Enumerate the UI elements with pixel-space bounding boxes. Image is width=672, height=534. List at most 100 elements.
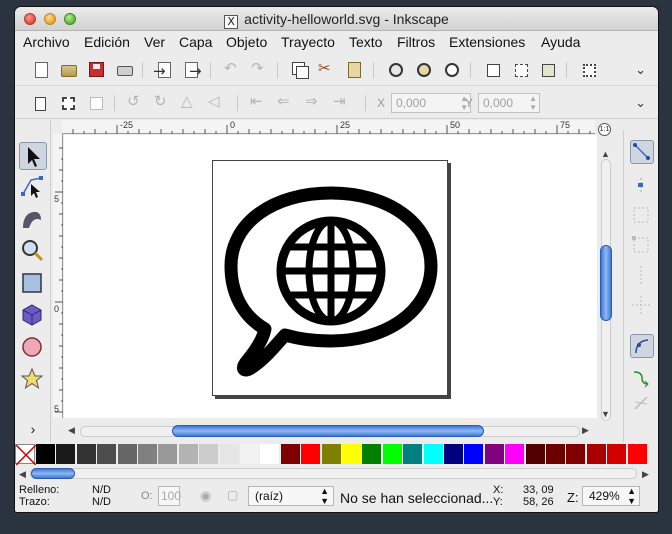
node-tool-icon[interactable] [19,174,47,202]
stroke-value[interactable]: N/D [92,496,111,508]
raise-to-top-icon[interactable]: ⇤ [250,92,268,112]
scroll-right-icon[interactable]: ▶ [582,425,589,436]
menu-extensiones[interactable]: Extensiones [449,34,525,50]
rotate-cw-icon[interactable]: ↻ [154,92,172,112]
menu-texto[interactable]: Texto [349,34,382,50]
zoom-drawing-icon[interactable] [415,61,433,79]
chevron-down-icon[interactable]: ⌄ [635,95,646,111]
color-swatch[interactable] [382,444,402,464]
ungroup-icon[interactable] [512,61,530,79]
color-swatch[interactable] [464,444,484,464]
color-swatch[interactable] [301,444,321,464]
color-swatch[interactable] [280,444,300,464]
color-swatch[interactable] [525,444,545,464]
snap-bbox-edges-icon[interactable] [630,204,654,228]
color-swatch[interactable] [178,444,198,464]
color-swatch[interactable] [260,444,280,464]
vertical-ruler[interactable]: 5 0 5 [53,134,63,418]
snap-bbox-corners-icon[interactable] [630,234,654,258]
print-icon[interactable] [116,61,134,79]
chevron-right-icon[interactable]: › [19,416,47,444]
color-swatch[interactable] [36,444,55,464]
undo-icon[interactable]: ↶ [224,59,242,79]
menu-trayecto[interactable]: Trayecto [281,34,335,50]
menu-objeto[interactable]: Objeto [226,34,267,50]
save-floppy-icon[interactable] [88,61,106,79]
snap-nodes-icon[interactable] [630,334,654,358]
chat-globe-drawing[interactable] [213,161,449,397]
menu-capa[interactable]: Capa [179,34,212,50]
snap-bbox-centers-icon[interactable] [630,294,654,318]
color-swatch[interactable] [505,444,525,464]
selector-tool-icon[interactable] [19,142,47,170]
color-swatch[interactable] [240,444,259,464]
color-swatch[interactable] [566,444,586,464]
vertical-scroll-thumb[interactable] [600,245,612,321]
palette-scrollbar[interactable]: ◀ ▶ [15,466,658,481]
clone-icon[interactable] [539,61,557,79]
color-swatch[interactable] [546,444,565,464]
color-swatch[interactable] [199,444,219,464]
star-tool-icon[interactable] [19,366,47,394]
ellipse-tool-icon[interactable] [19,334,47,362]
color-swatch[interactable] [342,444,361,464]
scroll-down-icon[interactable]: ▼ [601,409,610,419]
lower-to-bottom-icon[interactable]: ⇥ [333,92,351,112]
flip-horizontal-icon[interactable]: △ [181,92,199,112]
fill-value[interactable]: N/D [92,484,111,496]
horizontal-scrollbar[interactable]: ◀ ▶ [64,423,597,439]
color-swatch[interactable] [627,444,647,464]
color-swatch[interactable] [423,444,443,464]
menu-ver[interactable]: Ver [144,34,165,50]
scroll-left-icon[interactable]: ◀ [68,425,75,436]
y-coordinate-field[interactable]: 0,000 ▲ ▼ [478,93,540,113]
x-coordinate-field[interactable]: 0,000 ▲ ▼ [391,93,471,113]
menu-filtros[interactable]: Filtros [397,34,435,50]
snap-toggle-icon[interactable] [630,140,654,164]
menu-archivo[interactable]: Archivo [23,34,70,50]
horizontal-ruler[interactable]: -25 0 25 50 75 [62,120,595,134]
color-swatch[interactable] [403,444,423,464]
paste-icon[interactable] [346,61,364,79]
snap-intersections-icon[interactable] [630,392,654,416]
color-swatch[interactable] [484,444,504,464]
drawing-canvas[interactable] [64,135,597,418]
color-swatch[interactable] [158,444,178,464]
group-icon[interactable] [484,61,502,79]
menu-ayuda[interactable]: Ayuda [541,34,580,50]
zoom-field[interactable]: 429% ▲ ▼ [582,486,640,506]
lock-icon[interactable]: ▢ [227,488,238,502]
rectangle-tool-icon[interactable] [19,270,47,298]
rotate-ccw-icon[interactable]: ↺ [127,92,145,112]
chevron-down-icon[interactable]: ⌄ [635,62,646,78]
color-swatch[interactable] [586,444,606,464]
scroll-right-icon[interactable]: ▶ [642,469,649,480]
lower-icon[interactable]: ⇒ [305,92,323,112]
color-swatch[interactable] [444,444,463,464]
scroll-up-icon[interactable]: ▲ [601,149,610,159]
redo-icon[interactable]: ↷ [251,59,269,79]
opacity-field[interactable]: 100 [158,486,181,506]
palette-scroll-thumb[interactable] [31,468,75,479]
zoom-tool-icon[interactable] [19,238,47,266]
vertical-scrollbar[interactable]: ▲ ▼ [597,137,613,427]
fill-stroke-icon[interactable] [580,61,598,79]
color-swatch[interactable] [138,444,157,464]
color-swatch[interactable] [117,444,137,464]
zoom-1-1-button[interactable]: 1:1 [598,123,611,136]
color-swatch[interactable] [76,444,96,464]
export-icon[interactable]: → [183,61,202,80]
3d-box-tool-icon[interactable] [19,302,47,330]
color-swatch[interactable] [219,444,239,464]
select-all-icon[interactable] [32,94,50,112]
deselect-icon[interactable] [87,94,105,112]
horizontal-scroll-thumb[interactable] [172,425,484,437]
cut-icon[interactable]: ✂ [318,59,336,79]
eye-visibility-icon[interactable]: ◉ [200,488,211,504]
snap-bbox-midpoints-icon[interactable] [630,264,654,288]
raise-icon[interactable]: ⇐ [277,92,295,112]
new-document-icon[interactable] [33,61,51,79]
color-swatch[interactable] [607,444,627,464]
tweak-tool-icon[interactable] [19,206,47,234]
zoom-selection-icon[interactable] [387,61,405,79]
